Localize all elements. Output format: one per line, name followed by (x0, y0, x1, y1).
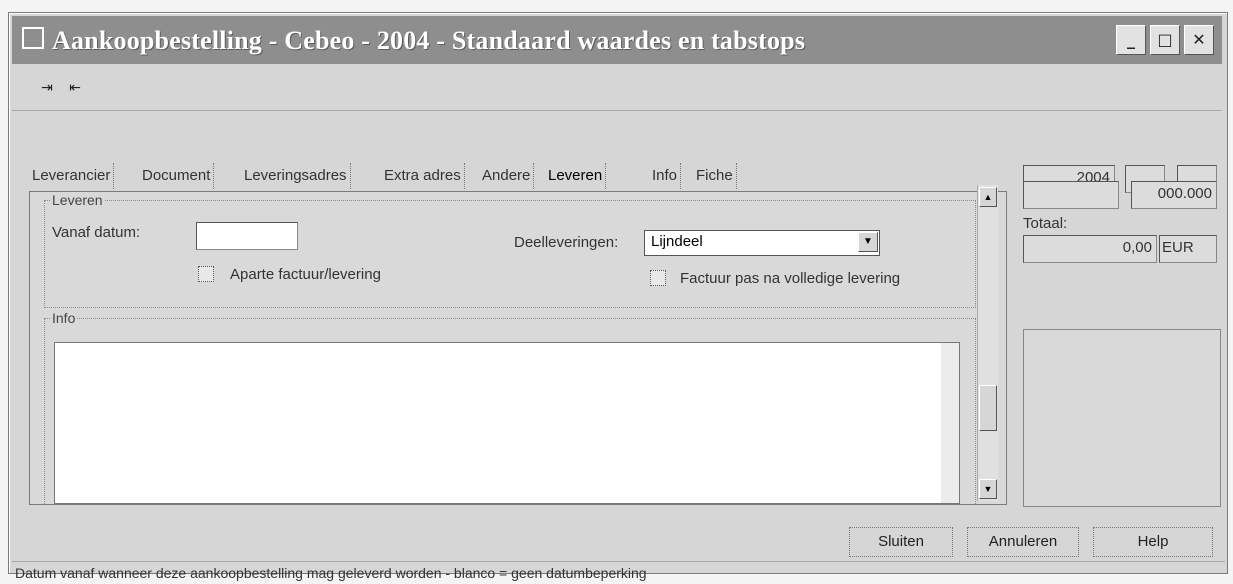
info-group-title: Info (50, 310, 78, 326)
deelleveringen-label: Deelleveringen: (514, 234, 619, 251)
tab-leverancier[interactable]: Leverancier (29, 163, 115, 189)
factuur-volledige-label: Factuur pas na volledige levering (680, 270, 901, 287)
purchase-order-window: Aankoopbestelling - Cebeo - 2004 - Stand… (8, 12, 1228, 581)
tab-andere[interactable]: Andere (479, 163, 535, 189)
app-icon (22, 27, 44, 49)
tab-back-button[interactable]: ⇤ (62, 76, 88, 100)
help-button[interactable]: Help (1093, 527, 1213, 557)
annuleren-button[interactable]: Annuleren (967, 527, 1079, 557)
side-field-4 (1023, 181, 1119, 209)
close-button[interactable]: ✕ (1184, 25, 1214, 55)
aparte-factuur-checkbox[interactable] (198, 266, 214, 282)
info-textarea[interactable] (54, 342, 960, 504)
panel-scrollbar[interactable]: ▲ ▼ (977, 185, 998, 501)
info-scrollbar[interactable] (941, 343, 959, 503)
deelleveringen-value: Lijndeel (651, 233, 703, 250)
window-title: Aankoopbestelling - Cebeo - 2004 - Stand… (52, 26, 806, 55)
minimize-button[interactable]: _ (1116, 25, 1146, 55)
tab-info[interactable]: Info (649, 163, 682, 189)
currency-field: EUR (1159, 235, 1217, 263)
status-bar: Datum vanaf wanneer deze aankoopbestelli… (12, 561, 1225, 584)
factuur-volledige-checkbox[interactable] (650, 270, 666, 286)
close-icon: ✕ (1192, 30, 1206, 49)
vanaf-datum-input[interactable] (196, 222, 298, 250)
tab-panel-leveren: Leveren Vanaf datum: Aparte factuur/leve… (29, 191, 1007, 505)
leveren-group-title: Leveren (50, 192, 105, 208)
tab-forward-icon: ⇥ (41, 80, 53, 96)
scroll-up-icon[interactable]: ▲ (979, 187, 997, 207)
totaal-label: Totaal: (1023, 215, 1068, 232)
sluiten-button[interactable]: Sluiten (849, 527, 953, 557)
vanaf-datum-label: Vanaf datum: (52, 224, 141, 241)
title-bar[interactable]: Aankoopbestelling - Cebeo - 2004 - Stand… (12, 16, 1222, 64)
maximize-button[interactable]: □ (1150, 25, 1180, 55)
scroll-thumb[interactable] (979, 385, 997, 431)
side-info-panel (1023, 329, 1221, 507)
minimize-icon: _ (1127, 30, 1135, 49)
toolbar: ⇥ ⇤ (12, 68, 1222, 111)
aparte-factuur-label: Aparte factuur/levering (230, 266, 381, 283)
totaal-value: 0,00 (1023, 235, 1157, 263)
tab-leveringsadres[interactable]: Leveringsadres (241, 163, 351, 189)
tab-document[interactable]: Document (139, 163, 215, 189)
maximize-icon: □ (1157, 30, 1173, 49)
tab-back-icon: ⇤ (69, 80, 81, 96)
deelleveringen-select[interactable]: Lijndeel ▼ (644, 230, 880, 256)
tab-forward-button[interactable]: ⇥ (34, 76, 60, 100)
tab-extra-adres[interactable]: Extra adres (381, 163, 465, 189)
order-number-field: 000.000 (1131, 181, 1217, 209)
tab-fiche[interactable]: Fiche (693, 163, 737, 189)
chevron-down-icon[interactable]: ▼ (858, 232, 878, 252)
scroll-down-icon[interactable]: ▼ (979, 479, 997, 499)
tab-leveren[interactable]: Leveren (545, 163, 607, 189)
